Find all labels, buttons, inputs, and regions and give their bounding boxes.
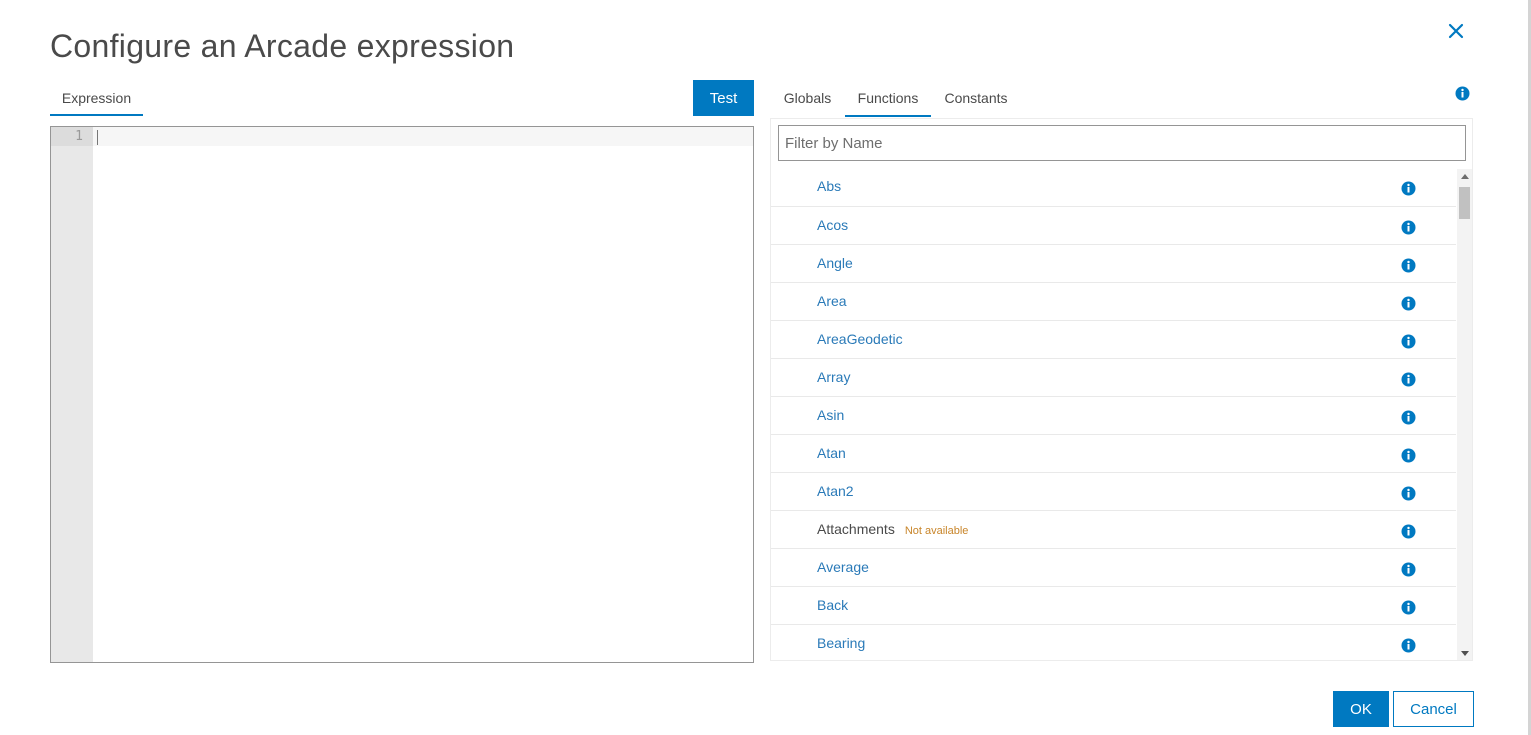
info-icon [1401, 638, 1416, 653]
active-line-highlight [93, 127, 753, 146]
ok-button[interactable]: OK [1333, 691, 1389, 727]
function-name[interactable]: Array [817, 369, 850, 385]
function-name[interactable]: Back [817, 597, 848, 613]
tab-expression[interactable]: Expression [50, 86, 143, 116]
function-row[interactable]: Acos [771, 206, 1456, 244]
info-icon [1455, 86, 1470, 101]
cancel-button[interactable]: Cancel [1393, 691, 1474, 727]
function-name[interactable]: Atan2 [817, 483, 854, 499]
function-name[interactable]: Bearing [817, 635, 865, 651]
info-button[interactable] [1401, 181, 1416, 196]
tab-constants[interactable]: Constants [935, 86, 1017, 117]
help-info-button[interactable] [1455, 86, 1470, 101]
info-button[interactable] [1401, 220, 1416, 235]
info-button[interactable] [1401, 296, 1416, 311]
info-button[interactable] [1401, 410, 1416, 425]
tab-functions[interactable]: Functions [845, 86, 931, 117]
function-row[interactable]: Area [771, 282, 1456, 320]
info-button[interactable] [1401, 334, 1416, 349]
info-icon [1401, 181, 1416, 196]
function-name[interactable]: Asin [817, 407, 844, 423]
info-button[interactable] [1401, 448, 1416, 463]
info-button[interactable] [1401, 638, 1416, 653]
function-row[interactable]: Asin [771, 396, 1456, 434]
editor-gutter: 1 [51, 127, 93, 662]
scroll-up-button[interactable] [1457, 169, 1472, 183]
function-row[interactable]: Angle [771, 244, 1456, 282]
info-icon [1401, 562, 1416, 577]
info-icon [1401, 486, 1416, 501]
function-row[interactable]: Atan2 [771, 472, 1456, 510]
info-icon [1401, 334, 1416, 349]
info-button[interactable] [1401, 258, 1416, 273]
function-name[interactable]: Angle [817, 255, 853, 271]
function-row[interactable]: Abs [771, 168, 1456, 206]
code-editor[interactable]: 1 [50, 126, 754, 663]
function-row[interactable]: Average [771, 548, 1456, 586]
functions-list: Abs Acos Angle Area AreaGeodetic Array Asin Ata… [771, 168, 1456, 661]
info-button[interactable] [1401, 562, 1416, 577]
info-button[interactable] [1401, 600, 1416, 615]
line-number: 1 [75, 129, 83, 144]
function-name[interactable]: Abs [817, 178, 841, 194]
function-row[interactable]: Back [771, 586, 1456, 624]
info-icon [1401, 524, 1416, 539]
chevron-up-icon [1460, 173, 1469, 179]
info-icon [1401, 448, 1416, 463]
info-icon [1401, 220, 1416, 235]
function-name[interactable]: AreaGeodetic [817, 331, 903, 347]
close-icon [1448, 23, 1464, 39]
text-cursor [97, 130, 98, 145]
function-name[interactable]: Acos [817, 217, 848, 233]
info-icon [1401, 372, 1416, 387]
info-button[interactable] [1401, 486, 1416, 501]
test-button[interactable]: Test [693, 80, 754, 116]
function-row[interactable]: Array [771, 358, 1456, 396]
filter-input[interactable] [778, 125, 1466, 161]
function-name[interactable]: Attachments [817, 521, 895, 537]
dialog-title: Configure an Arcade expression [50, 28, 515, 64]
function-row[interactable]: Atan [771, 434, 1456, 472]
info-icon [1401, 410, 1416, 425]
close-button[interactable] [1443, 18, 1469, 44]
info-button[interactable] [1401, 372, 1416, 387]
info-icon [1401, 600, 1416, 615]
function-name[interactable]: Atan [817, 445, 846, 461]
chevron-down-icon [1460, 650, 1469, 656]
info-icon [1401, 296, 1416, 311]
scroll-thumb[interactable] [1459, 187, 1470, 219]
function-name-wrap: Attachments Not available [817, 521, 968, 537]
function-name[interactable]: Area [817, 293, 847, 309]
tab-globals[interactable]: Globals [771, 86, 844, 117]
scroll-down-button[interactable] [1457, 646, 1472, 660]
function-row[interactable]: Attachments Not available [771, 510, 1456, 548]
info-button[interactable] [1401, 524, 1416, 539]
function-row[interactable]: AreaGeodetic [771, 320, 1456, 358]
function-name[interactable]: Average [817, 559, 869, 575]
list-scrollbar[interactable] [1457, 169, 1472, 660]
not-available-badge: Not available [904, 525, 969, 537]
function-row[interactable]: Bearing [771, 624, 1456, 661]
info-icon [1401, 258, 1416, 273]
